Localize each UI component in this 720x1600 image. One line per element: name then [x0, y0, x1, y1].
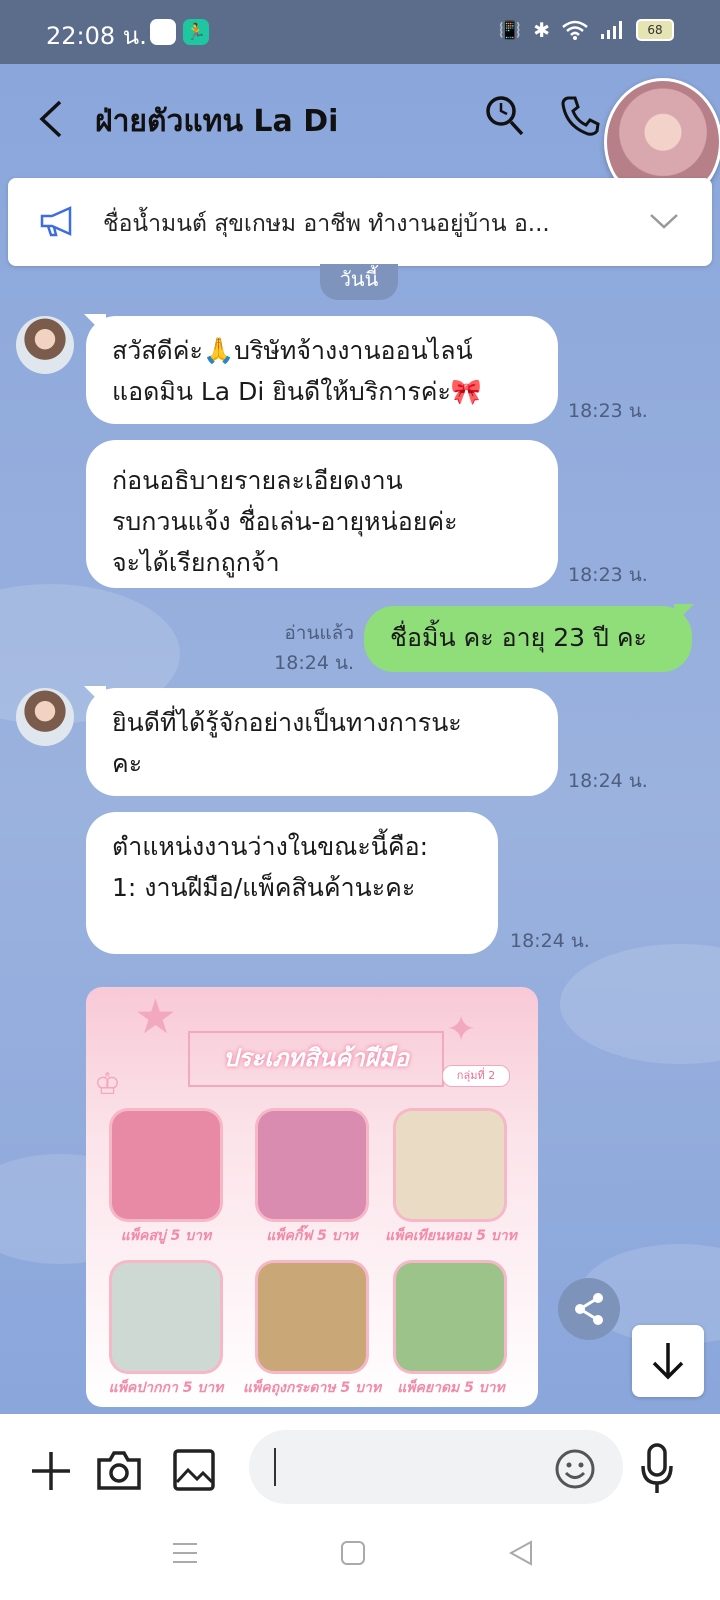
- product-label: แพ็คเทียนหอม 5 บาท: [385, 1228, 517, 1244]
- chevron-down-icon[interactable]: [648, 210, 680, 232]
- fitness-app-icon: 🏃: [183, 19, 209, 45]
- message-bubble[interactable]: ยินดีที่ได้รู้จักอย่างเป็นทางการนะ คะ: [86, 688, 558, 796]
- message-input-bar: [0, 1414, 720, 1520]
- vibrate-icon: 📳: [498, 19, 522, 41]
- arrow-down-icon: [652, 1343, 684, 1380]
- photos-app-icon: ✿: [150, 19, 176, 45]
- sender-avatar[interactable]: [16, 316, 74, 374]
- back-arrow-icon[interactable]: [30, 94, 70, 144]
- product-photo: [112, 1263, 220, 1371]
- emoji-icon[interactable]: [554, 1448, 596, 1490]
- product-photo: [258, 1263, 366, 1371]
- status-time: 22:08 น.: [46, 22, 147, 50]
- sender-avatar[interactable]: [16, 688, 74, 746]
- message-time: 18:23 น.: [568, 564, 648, 586]
- microphone-icon[interactable]: [640, 1442, 674, 1496]
- image-gallery-icon[interactable]: [172, 1448, 216, 1492]
- status-icons: 📳 ✱ 68: [499, 18, 674, 42]
- product-photo: [396, 1111, 504, 1219]
- product-label: แพ็คยาดม 5 บาท: [397, 1380, 505, 1396]
- bluetooth-icon: ✱: [533, 18, 550, 42]
- announcement-text: ชื่อน้ำมนต์ สุขเกษม อาชีพ ทำงานอยู่บ้าน …: [103, 211, 550, 237]
- home-nav-icon[interactable]: [340, 1540, 366, 1566]
- product-label: แพ็คถุงกระดาษ 5 บาท: [242, 1380, 382, 1396]
- text-cursor: [274, 1448, 276, 1486]
- product-label: แพ็คปากกา 5 บาท: [108, 1380, 224, 1396]
- image-message[interactable]: ★ ✦ ♔ ประเภทสินค้าฝีมือ กลุ่มที่ 2 แพ็คส…: [86, 987, 538, 1407]
- product-photo: [258, 1111, 366, 1219]
- message-time: 18:23 น.: [568, 400, 648, 422]
- message-bubble[interactable]: ตำแหน่งงานว่างในขณะนี้คือ: 1: งานฝีมือ/แ…: [86, 812, 498, 954]
- star-decoration: ★: [134, 989, 178, 1045]
- sparkle-decoration: ✦: [446, 1009, 477, 1050]
- message-time: 18:24 น.: [568, 770, 648, 792]
- phone-call-icon[interactable]: [560, 94, 600, 138]
- product-label: แพ็คสบู่ 5 บาท: [120, 1228, 212, 1244]
- date-separator: วันนี้: [320, 264, 398, 300]
- chat-title: ฝ่ายตัวแทน La Di: [95, 104, 339, 139]
- image-title: ประเภทสินค้าฝีมือ: [188, 1031, 444, 1087]
- megaphone-icon: [40, 206, 72, 237]
- share-button[interactable]: [558, 1278, 620, 1340]
- read-receipt: อ่านแล้ว 18:24 น.: [274, 622, 354, 674]
- message-bubble[interactable]: สวัสดีค่ะ🙏บริษัทจ้างงานออนไลน์ แอดมิน La…: [86, 316, 558, 424]
- scroll-to-bottom-button[interactable]: [632, 1325, 704, 1397]
- product-label: แพ็คกิ๊ฟ 5 บาท: [266, 1228, 358, 1244]
- crown-decoration: ♔: [94, 1067, 121, 1102]
- wifi-icon: [562, 20, 588, 40]
- search-icon[interactable]: [484, 94, 526, 138]
- menu-nav-icon[interactable]: [172, 1540, 198, 1566]
- image-tag: กลุ่มที่ 2: [442, 1065, 510, 1087]
- product-photo: [396, 1263, 504, 1371]
- battery-icon: 68: [636, 19, 674, 41]
- camera-icon[interactable]: [96, 1448, 142, 1492]
- system-navigation-bar: [0, 1520, 720, 1600]
- plus-icon[interactable]: [30, 1450, 72, 1492]
- announcement-banner[interactable]: ชื่อน้ำมนต์ สุขเกษม อาชีพ ทำงานอยู่บ้าน …: [8, 178, 712, 266]
- share-icon: [575, 1293, 603, 1325]
- signal-icon: [601, 21, 622, 39]
- status-bar: 22:08 น. ✿ 🏃 📳 ✱ 68: [0, 0, 720, 64]
- message-time: 18:24 น.: [510, 930, 590, 952]
- product-photo: [112, 1111, 220, 1219]
- sent-message-bubble[interactable]: ชื่อมิ้น คะ อายุ 23 ปี คะ: [364, 606, 692, 672]
- back-nav-icon[interactable]: [508, 1540, 534, 1566]
- message-bubble[interactable]: ก่อนอธิบายรายละเอียดงาน รบกวนแจ้ง ชื่อเล…: [86, 440, 558, 588]
